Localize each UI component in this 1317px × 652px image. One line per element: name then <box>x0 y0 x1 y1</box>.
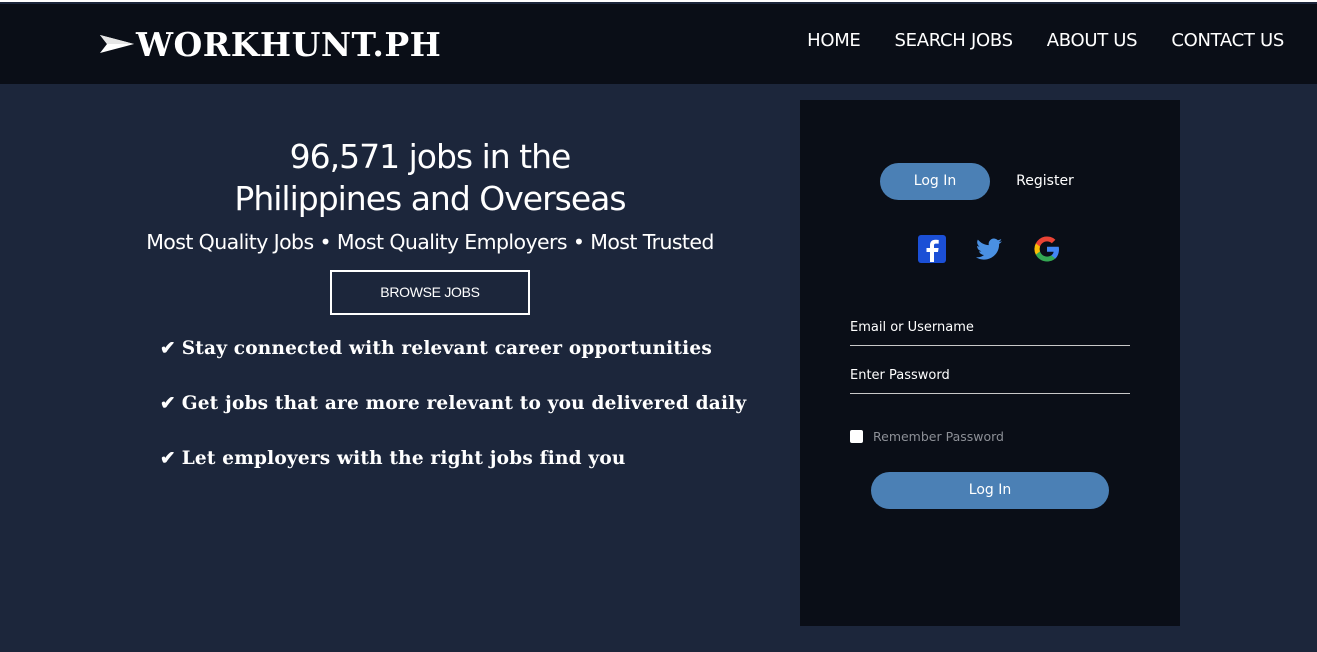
page: WORKHUNT.PH HOME SEARCH JOBS ABOUT US CO… <box>0 0 1317 652</box>
twitter-icon[interactable] <box>974 234 1004 264</box>
list-item: ✔ Get jobs that are more relevant to you … <box>160 393 746 448</box>
navbar: WORKHUNT.PH HOME SEARCH JOBS ABOUT US CO… <box>0 4 1317 84</box>
login-submit-button[interactable]: Log In <box>871 472 1109 509</box>
check-icon: ✔ <box>160 393 176 414</box>
hero-title-line1: 96,571 jobs in the <box>289 137 572 176</box>
nav-home[interactable]: HOME <box>807 30 861 51</box>
hero-subtitle: Most Quality Jobs • Most Quality Employe… <box>146 230 714 254</box>
hero-title: 96,571 jobs in the Philippines and Overs… <box>140 136 720 220</box>
nav-search-jobs[interactable]: SEARCH JOBS <box>895 30 1013 51</box>
logo[interactable]: WORKHUNT.PH <box>100 24 441 64</box>
remember-row: Remember Password <box>850 429 1004 444</box>
nav-about-us[interactable]: ABOUT US <box>1047 30 1138 51</box>
browse-jobs-button[interactable]: BROWSE JOBS <box>330 270 530 315</box>
remember-checkbox[interactable] <box>850 430 863 443</box>
check-icon: ✔ <box>160 448 176 469</box>
nav-contact-us[interactable]: CONTACT US <box>1171 30 1284 51</box>
email-field[interactable] <box>850 310 1130 346</box>
check-icon: ✔ <box>160 338 176 359</box>
tab-register[interactable]: Register <box>1000 163 1090 200</box>
benefit-text: Let employers with the right jobs find y… <box>181 448 626 469</box>
main-nav: HOME SEARCH JOBS ABOUT US CONTACT US <box>807 30 1284 51</box>
benefits-list: ✔ Stay connected with relevant career opp… <box>160 338 746 503</box>
login-panel: Log In Register Remember Password Log In <box>800 100 1180 626</box>
hero: 96,571 jobs in the Philippines and Overs… <box>140 136 720 315</box>
benefit-text: Get jobs that are more relevant to you d… <box>181 393 747 414</box>
list-item: ✔ Stay connected with relevant career opp… <box>160 338 746 393</box>
google-icon[interactable] <box>1032 234 1062 264</box>
tab-login[interactable]: Log In <box>880 163 990 200</box>
password-field[interactable] <box>850 358 1130 394</box>
facebook-icon[interactable] <box>917 234 947 264</box>
list-item: ✔ Let employers with the right jobs find … <box>160 448 746 503</box>
logo-text: WORKHUNT.PH <box>136 24 442 64</box>
hero-title-line2: Philippines and Overseas <box>234 179 626 218</box>
benefit-text: Stay connected with relevant career oppo… <box>181 338 712 359</box>
paper-plane-icon <box>100 35 134 53</box>
remember-label: Remember Password <box>873 429 1004 444</box>
